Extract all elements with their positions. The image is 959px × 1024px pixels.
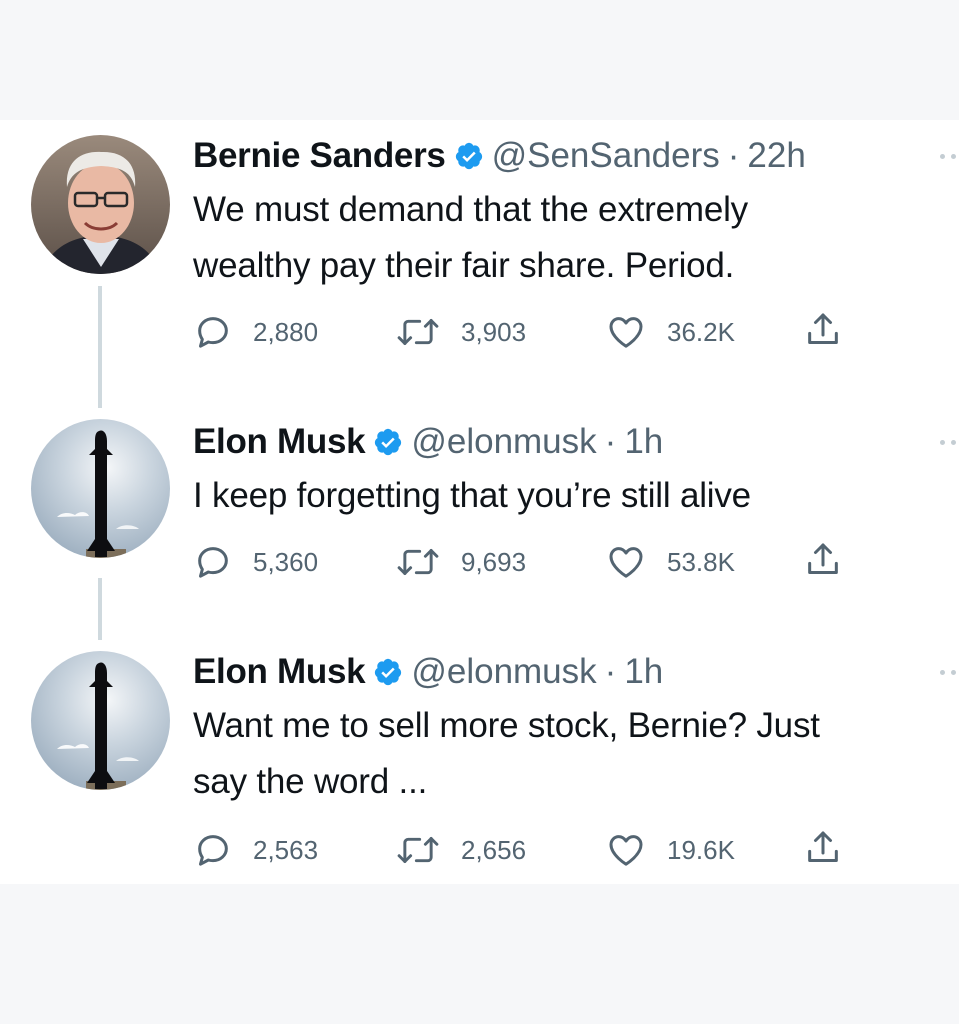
reply-button[interactable]: 5,360: [193, 540, 318, 584]
tweet[interactable]: Elon Musk @elonmusk · 1h Want me to sell…: [0, 642, 959, 884]
author-name[interactable]: Elon Musk: [193, 420, 366, 464]
separator: ·: [604, 422, 617, 461]
tweet-text-line: We must demand that the extremely: [193, 190, 748, 229]
reply-icon: [193, 830, 233, 870]
like-count: 36.2K: [667, 316, 735, 347]
retweet-count: 9,693: [461, 546, 527, 577]
tweet-actions: 2,880 3,903 36.2K: [193, 310, 893, 354]
retweet-icon: [395, 542, 441, 582]
tweet-header: Elon Musk @elonmusk · 1h: [193, 650, 663, 694]
share-button[interactable]: [803, 540, 843, 584]
share-icon: [803, 310, 843, 355]
reply-icon: [193, 312, 233, 352]
timestamp[interactable]: 1h: [624, 420, 663, 464]
tweet-header: Bernie Sanders @SenSanders · 22h: [193, 134, 806, 178]
tweet[interactable]: Elon Musk @elonmusk · 1h I keep forgetti…: [0, 410, 959, 600]
tweet-text-line: say the word ...: [193, 762, 428, 801]
like-count: 53.8K: [667, 546, 735, 577]
retweet-button[interactable]: 9,693: [395, 540, 526, 584]
avatar-elon-musk[interactable]: [31, 419, 170, 558]
reply-icon: [193, 542, 233, 582]
heart-icon: [605, 830, 647, 870]
heart-icon: [605, 312, 647, 352]
retweet-button[interactable]: 3,903: [395, 310, 526, 354]
tweet[interactable]: Bernie Sanders @SenSanders · 22h We must…: [0, 120, 959, 380]
separator: ·: [604, 652, 617, 691]
more-icon[interactable]: [940, 154, 959, 159]
tweet-text: We must demand that the extremely wealth…: [193, 182, 943, 294]
timestamp[interactable]: 22h: [747, 134, 805, 178]
verified-badge-icon: [373, 657, 403, 687]
retweet-count: 3,903: [461, 316, 527, 347]
share-icon: [803, 540, 843, 585]
tweet-actions: 2,563 2,656 19.6K: [193, 828, 893, 872]
like-button[interactable]: 53.8K: [605, 540, 735, 584]
retweet-icon: [395, 830, 441, 870]
tweet-header: Elon Musk @elonmusk · 1h: [193, 420, 663, 464]
reply-button[interactable]: 2,880: [193, 310, 318, 354]
heart-icon: [605, 542, 647, 582]
like-count: 19.6K: [667, 834, 735, 865]
separator: ·: [727, 136, 740, 175]
reply-button[interactable]: 2,563: [193, 828, 318, 872]
author-handle[interactable]: @elonmusk: [411, 650, 596, 694]
avatar-elon-musk[interactable]: [31, 651, 170, 790]
more-icon[interactable]: [940, 670, 959, 675]
retweet-button[interactable]: 2,656: [395, 828, 526, 872]
author-handle[interactable]: @SenSanders: [492, 134, 720, 178]
avatar-bernie-sanders[interactable]: [31, 135, 170, 274]
like-button[interactable]: 19.6K: [605, 828, 735, 872]
author-name[interactable]: Bernie Sanders: [193, 134, 446, 178]
reply-count: 2,563: [253, 834, 319, 865]
more-icon[interactable]: [940, 440, 959, 445]
thread-card: Bernie Sanders @SenSanders · 22h We must…: [0, 120, 959, 884]
tweet-text: I keep forgetting that you’re still aliv…: [193, 468, 943, 524]
tweet-text-line: Want me to sell more stock, Bernie? Just: [193, 706, 820, 745]
author-name[interactable]: Elon Musk: [193, 650, 366, 694]
verified-badge-icon: [373, 427, 403, 457]
retweet-count: 2,656: [461, 834, 527, 865]
like-button[interactable]: 36.2K: [605, 310, 735, 354]
author-handle[interactable]: @elonmusk: [411, 420, 596, 464]
retweet-icon: [395, 312, 441, 352]
tweet-actions: 5,360 9,693 53.8K: [193, 540, 893, 584]
tweet-text-line: wealthy pay their fair share. Period.: [193, 246, 735, 285]
timestamp[interactable]: 1h: [624, 650, 663, 694]
share-button[interactable]: [803, 828, 843, 872]
reply-count: 5,360: [253, 546, 319, 577]
share-icon: [803, 828, 843, 873]
tweet-text-line: I keep forgetting that you’re still aliv…: [193, 476, 751, 515]
reply-count: 2,880: [253, 316, 319, 347]
verified-badge-icon: [454, 141, 484, 171]
tweet-text: Want me to sell more stock, Bernie? Just…: [193, 698, 943, 810]
share-button[interactable]: [803, 310, 843, 354]
